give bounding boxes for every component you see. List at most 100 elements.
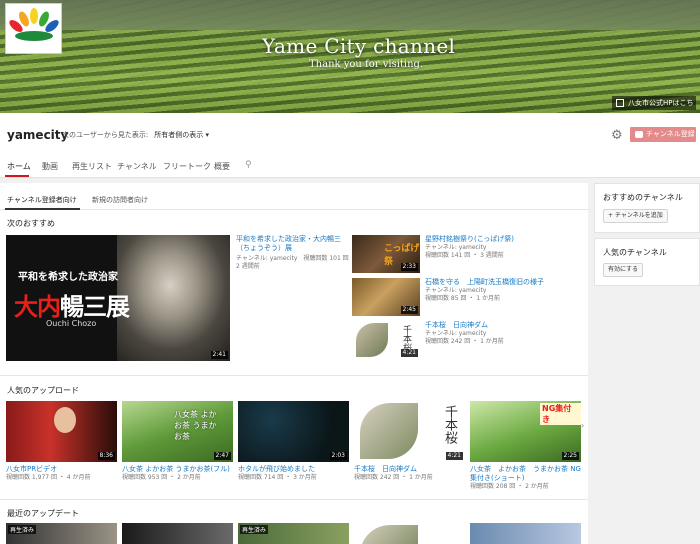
list-video-channel: チャンネル: yamecity bbox=[425, 244, 487, 251]
channel-logo[interactable] bbox=[5, 3, 62, 54]
enable-button[interactable]: 有効にする bbox=[603, 263, 644, 277]
list-video-meta: 視聴回数 141 回 ・ 3 週間前 bbox=[425, 252, 504, 259]
search-icon[interactable]: ⚲ bbox=[245, 160, 252, 170]
main-content: チャンネル登録者向け 新規の訪問者向け 次のおすすめ 平和を希求した政治家 大内… bbox=[0, 183, 588, 544]
recent-video-thumbnail[interactable]: 再生済み bbox=[6, 523, 117, 544]
youtube-icon bbox=[635, 131, 643, 138]
popular-video-meta: 視聴回数 242 回 ・ 1 か月前 bbox=[354, 474, 433, 481]
video-duration: 8:36 bbox=[97, 452, 115, 460]
list-video-thumbnail[interactable]: 2:45 bbox=[352, 278, 420, 316]
popular-video-thumbnail[interactable]: 千本桜 4:21 bbox=[354, 401, 465, 462]
gear-icon[interactable]: ⚙ bbox=[611, 129, 624, 142]
channel-header: yamecity 次のユーザーから見た表示: 所有者側の表示 ▾ ⚙ チャンネル登… bbox=[0, 113, 700, 178]
video-duration: 2:25 bbox=[561, 452, 579, 460]
list-video-meta: 視聴回数 85 回 ・ 1 か月前 bbox=[425, 295, 500, 302]
audience-tabs: チャンネル登録者向け 新規の訪問者向け bbox=[0, 183, 588, 210]
popular-video-thumbnail[interactable]: NG集付き 2:25 bbox=[470, 401, 581, 462]
popular-video-title[interactable]: 八女市PRビデオ bbox=[6, 465, 116, 474]
tab-new-visitors[interactable]: 新規の訪問者向け bbox=[92, 195, 148, 205]
poster-name: Ouchi Chozo bbox=[46, 319, 97, 328]
popular-video-meta: 視聴回数 208 回 ・ 2 か月前 bbox=[470, 483, 549, 490]
section-title-featured: 次のおすすめ bbox=[7, 219, 55, 228]
tab-subscribers[interactable]: チャンネル登録者向け bbox=[7, 195, 77, 205]
external-link-icon bbox=[616, 99, 624, 107]
video-duration: 2:47 bbox=[213, 452, 231, 460]
recent-video-thumbnail[interactable]: 再生済み bbox=[238, 523, 349, 544]
featured-video-age: 2 週間前 bbox=[236, 263, 260, 270]
tab-channels[interactable]: チャンネル bbox=[117, 161, 157, 172]
channel-name: yamecity bbox=[7, 128, 69, 142]
section-divider bbox=[0, 375, 588, 376]
channel-banner: Yame City channel Thank you for visiting… bbox=[0, 0, 700, 113]
portrait-image bbox=[117, 235, 230, 361]
popular-video-title[interactable]: 八女茶 よかお茶 うまかお茶 NG集付き(ショート) bbox=[470, 465, 582, 483]
popular-video-thumbnail[interactable]: 8:36 bbox=[6, 401, 117, 462]
popular-video-meta: 視聴回数 1,977 回 ・ 4 か月前 bbox=[6, 474, 91, 481]
video-duration: 4:21 bbox=[400, 349, 418, 357]
subscribe-button[interactable]: チャンネル登録 bbox=[630, 127, 696, 142]
poster-title: 大内暢三展 bbox=[14, 293, 130, 321]
chevron-right-icon[interactable]: › bbox=[581, 421, 584, 430]
section-divider bbox=[0, 499, 588, 500]
add-channel-button[interactable]: + チャンネルを追加 bbox=[603, 209, 668, 223]
person-image bbox=[54, 407, 76, 433]
popular-video-title[interactable]: 千本桜 日向神ダム bbox=[354, 465, 466, 474]
featured-video-thumbnail[interactable]: 平和を希求した政治家 大内暢三展 Ouchi Chozo 2:41 bbox=[6, 235, 230, 361]
yame-logo-icon bbox=[9, 8, 59, 41]
tab-videos[interactable]: 動画 bbox=[42, 161, 58, 172]
recommended-channels-panel: おすすめのチャンネル + チャンネルを追加 bbox=[594, 183, 700, 233]
list-video-meta: 視聴回数 242 回 ・ 1 か月前 bbox=[425, 338, 504, 345]
popular-video-thumbnail[interactable]: 八女茶 よかお茶 うまかお茶 2:47 bbox=[122, 401, 233, 462]
popular-channels-panel: 人気のチャンネル 有効にする bbox=[594, 238, 700, 286]
popular-video-title[interactable]: ホタルが飛び始めました bbox=[238, 465, 350, 474]
video-duration: 2:33 bbox=[400, 263, 418, 271]
thumb-caption: 八女茶 よかお茶 うまかお茶 bbox=[174, 410, 217, 441]
list-video-title[interactable]: 石橋を守る 上陽町洗玉橋復旧の様子 bbox=[425, 278, 544, 287]
sakura-image bbox=[360, 525, 418, 544]
popular-video-thumbnail[interactable]: 2:03 bbox=[238, 401, 349, 462]
audience-tab-indicator bbox=[5, 208, 80, 210]
thumb-caption: 千本桜 bbox=[401, 325, 411, 352]
watched-badge: 再生済み bbox=[240, 525, 269, 534]
active-tab-indicator bbox=[5, 175, 29, 177]
recent-video-thumbnail[interactable] bbox=[122, 523, 233, 544]
banner-subtitle: Thank you for visiting. bbox=[309, 59, 424, 70]
popular-video-meta: 視聴回数 714 回 ・ 3 か月前 bbox=[238, 474, 317, 481]
thumb-caption: 千本桜 bbox=[442, 405, 457, 444]
section-title-popular: 人気のアップロード bbox=[7, 386, 79, 395]
banner-link-official-site[interactable]: 八女市公式HPはこちら bbox=[612, 96, 696, 110]
poster-headline: 平和を希求した政治家 bbox=[18, 272, 118, 283]
video-duration: 2:41 bbox=[210, 351, 228, 359]
banner-title: Yame City channel bbox=[262, 34, 456, 58]
popular-video-meta: 視聴回数 953 回 ・ 2 か月前 bbox=[122, 474, 201, 481]
tab-playlists[interactable]: 再生リスト bbox=[72, 161, 112, 172]
list-video-thumbnail[interactable]: 千本桜 4:21 bbox=[352, 321, 420, 359]
list-video-title[interactable]: 千本桜 日向神ダム bbox=[425, 321, 488, 330]
view-as-label: 次のユーザーから見た表示: bbox=[62, 131, 149, 139]
tab-discussion[interactable]: フリートーク bbox=[163, 161, 211, 172]
list-video-channel: チャンネル: yamecity bbox=[425, 330, 487, 337]
featured-video-title[interactable]: 平和を希求した政治家・大内暢三（ちょうぞう）展 bbox=[236, 235, 341, 253]
tab-about[interactable]: 概要 bbox=[214, 161, 230, 172]
subscribe-label: チャンネル登録 bbox=[646, 130, 695, 138]
sakura-image bbox=[356, 323, 388, 357]
thumb-caption: NG集付き bbox=[540, 403, 581, 425]
list-video-thumbnail[interactable]: こっぱげ祭 2:33 bbox=[352, 235, 420, 273]
recent-video-thumbnail[interactable] bbox=[470, 523, 581, 544]
tab-home[interactable]: ホーム bbox=[7, 161, 31, 172]
recent-video-thumbnail[interactable] bbox=[354, 523, 465, 544]
popular-video-title[interactable]: 八女茶 よかお茶 うまかお茶(フル) bbox=[122, 465, 234, 474]
video-duration: 2:45 bbox=[400, 306, 418, 314]
view-as-value: 所有者側の表示 ▾ bbox=[154, 131, 209, 139]
view-as-selector[interactable]: 次のユーザーから見た表示: 所有者側の表示 ▾ bbox=[62, 130, 209, 140]
popular-channels-title: 人気のチャンネル bbox=[603, 248, 667, 257]
section-title-recent: 最近のアップデート bbox=[7, 509, 79, 518]
video-duration: 2:03 bbox=[329, 452, 347, 460]
list-video-title[interactable]: 星野村銘樹祭り(こっぱげ祭) bbox=[425, 235, 514, 244]
video-duration: 4:21 bbox=[445, 452, 463, 460]
recommended-channels-title: おすすめのチャンネル bbox=[603, 193, 683, 202]
watched-badge: 再生済み bbox=[8, 525, 37, 534]
list-video-channel: チャンネル: yamecity bbox=[425, 287, 487, 294]
sakura-image bbox=[360, 403, 418, 459]
featured-video-meta: チャンネル: yamecity 視聴回数 101 回 bbox=[236, 255, 349, 262]
